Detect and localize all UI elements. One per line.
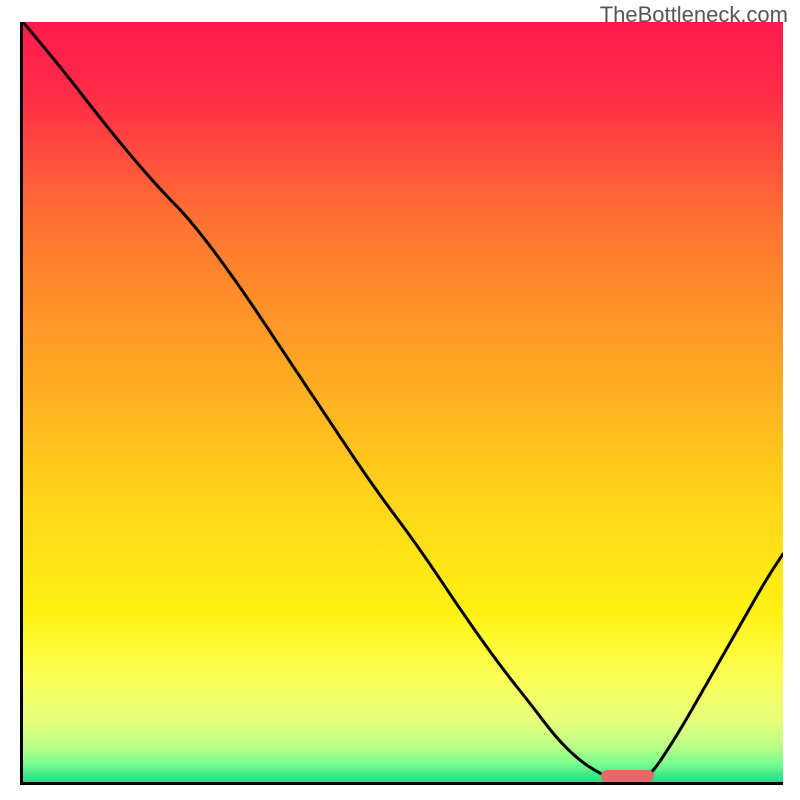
- optimal-marker: [601, 770, 654, 782]
- chart-container: TheBottleneck.com: [0, 0, 800, 800]
- plot-area: [20, 22, 783, 785]
- data-curve: [23, 22, 783, 782]
